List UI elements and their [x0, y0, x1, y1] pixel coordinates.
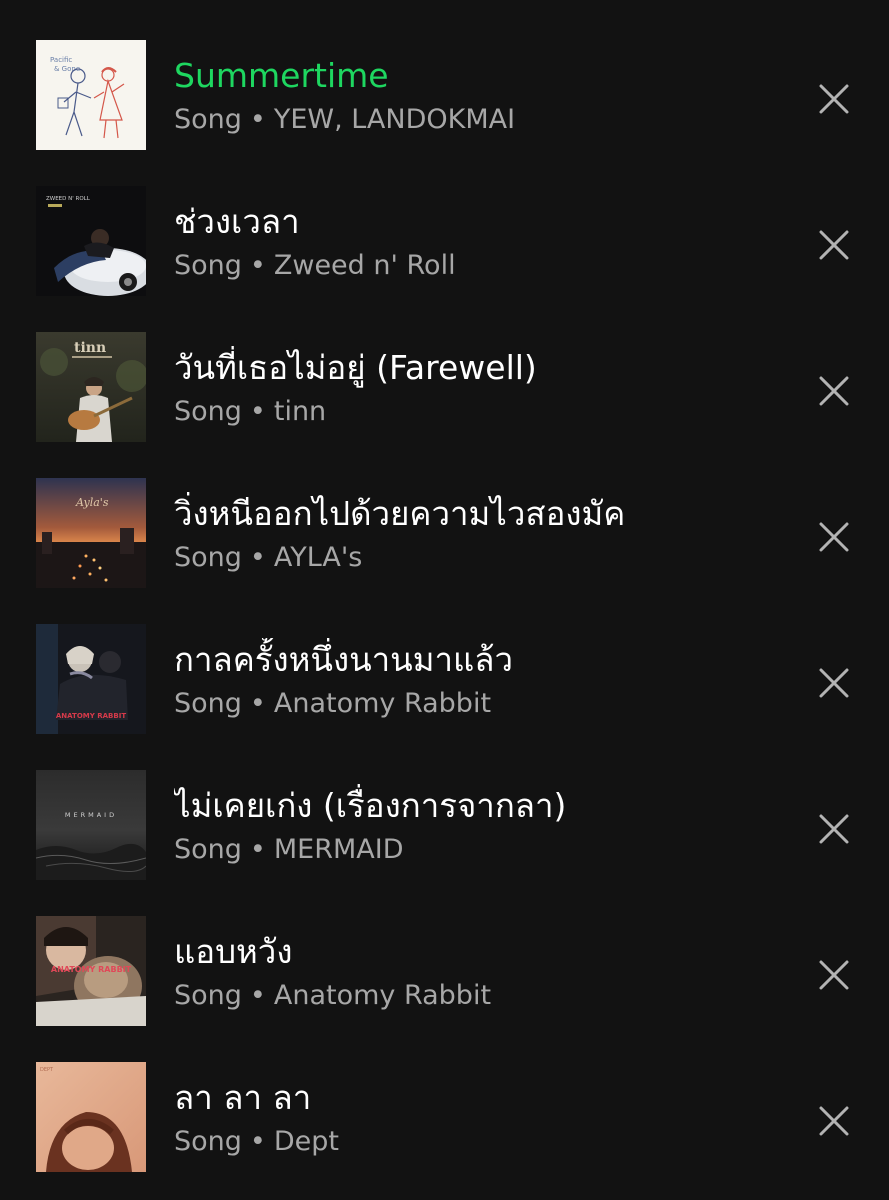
list-item[interactable]: ANATOMY RABBIT แอบหวัง Song • Anatomy Rabb… — [0, 916, 889, 1036]
artist-name: MERMAID — [273, 834, 404, 865]
album-art: Ayla's — [36, 478, 146, 588]
album-art: ZWEED N' ROLL — [36, 186, 146, 296]
list-item[interactable]: DEPT ลา ลา ลา Song • Dept — [0, 1062, 889, 1182]
svg-text:ANATOMY RABBIT: ANATOMY RABBIT — [56, 712, 126, 720]
artist-name: AYLA's — [273, 542, 363, 573]
svg-text:MERMAID: MERMAID — [65, 811, 117, 819]
item-type: Song — [174, 542, 242, 573]
separator: • — [249, 396, 266, 427]
song-title: แอบหวัง — [174, 932, 293, 971]
song-subtitle: Song • Anatomy Rabbit — [174, 686, 774, 722]
song-subtitle: Song • MERMAID — [174, 832, 774, 868]
item-type: Song — [174, 1126, 242, 1157]
artist-name: YEW, LANDOKMAI — [273, 104, 516, 135]
svg-text:Ayla's: Ayla's — [75, 496, 109, 509]
item-type: Song — [174, 834, 242, 865]
separator: • — [249, 1126, 266, 1157]
song-title: ช่วงเวลา — [174, 202, 300, 241]
separator: • — [249, 104, 266, 135]
item-type: Song — [174, 104, 242, 135]
close-icon[interactable] — [812, 953, 856, 997]
artist-name: Anatomy Rabbit — [273, 688, 492, 719]
song-subtitle: Song • tinn — [174, 394, 774, 430]
song-subtitle: Song • Dept — [174, 1124, 774, 1160]
album-art: Pacific & Gone — [36, 40, 146, 150]
album-art: tinn — [36, 332, 146, 442]
separator: • — [249, 688, 266, 719]
song-subtitle: Song • Zweed n' Roll — [174, 248, 774, 284]
separator: • — [249, 834, 266, 865]
item-type: Song — [174, 250, 242, 281]
song-title: วิ่งหนีออกไปด้วยความไวสองมัค — [174, 494, 626, 533]
album-art: ANATOMY RABBIT — [36, 916, 146, 1026]
close-icon[interactable] — [812, 77, 856, 121]
album-art: DEPT — [36, 1062, 146, 1172]
list-item[interactable]: Pacific & Gone Summertime Song • YEW, LAND… — [0, 40, 889, 160]
song-title: ลา ลา ลา — [174, 1078, 312, 1117]
song-subtitle: Song • Anatomy Rabbit — [174, 978, 774, 1014]
list-item[interactable]: MERMAID ไม่เคยเก่ง (เรื่องการจากลา) Song… — [0, 770, 889, 890]
song-title: Summertime — [174, 56, 389, 95]
svg-text:ZWEED N' ROLL: ZWEED N' ROLL — [46, 196, 91, 202]
song-title: ไม่เคยเก่ง (เรื่องการจากลา) — [174, 786, 567, 825]
song-subtitle: Song • YEW, LANDOKMAI — [174, 102, 774, 138]
list-item[interactable]: ANATOMY RABBIT กาลครั้งหนึ่งนานมาแล้ว So… — [0, 624, 889, 744]
song-subtitle: Song • AYLA's — [174, 540, 774, 576]
separator: • — [249, 542, 266, 573]
svg-text:ANATOMY RABBIT: ANATOMY RABBIT — [51, 965, 132, 974]
item-type: Song — [174, 688, 242, 719]
close-icon[interactable] — [812, 369, 856, 413]
list-item[interactable]: tinn วันที่เธอไม่อยู่ (Farewell) Song • ti… — [0, 332, 889, 452]
svg-text:Pacific: Pacific — [50, 56, 72, 64]
list-item[interactable]: Ayla's วิ่งหนีออกไปด้วยความไวสองมัค Song… — [0, 478, 889, 598]
svg-text:DEPT: DEPT — [40, 1067, 54, 1073]
close-icon[interactable] — [812, 1099, 856, 1143]
item-type: Song — [174, 980, 242, 1011]
album-art: MERMAID — [36, 770, 146, 880]
album-art: ANATOMY RABBIT — [36, 624, 146, 734]
recent-searches-list: Pacific & Gone Summertime Song • YEW, LAND… — [0, 0, 889, 1200]
song-title: วันที่เธอไม่อยู่ (Farewell) — [174, 348, 537, 387]
close-icon[interactable] — [812, 515, 856, 559]
item-type: Song — [174, 396, 242, 427]
artist-name: Anatomy Rabbit — [273, 980, 492, 1011]
artist-name: Dept — [273, 1126, 339, 1157]
svg-text:tinn: tinn — [74, 340, 106, 356]
artist-name: Zweed n' Roll — [273, 250, 456, 281]
close-icon[interactable] — [812, 661, 856, 705]
separator: • — [249, 250, 266, 281]
list-item[interactable]: ZWEED N' ROLL ช่วงเวลา Song • Zweed n' Rol… — [0, 186, 889, 306]
song-title: กาลครั้งหนึ่งนานมาแล้ว — [174, 640, 514, 679]
artist-name: tinn — [273, 396, 327, 427]
close-icon[interactable] — [812, 807, 856, 851]
separator: • — [249, 980, 266, 1011]
close-icon[interactable] — [812, 223, 856, 267]
